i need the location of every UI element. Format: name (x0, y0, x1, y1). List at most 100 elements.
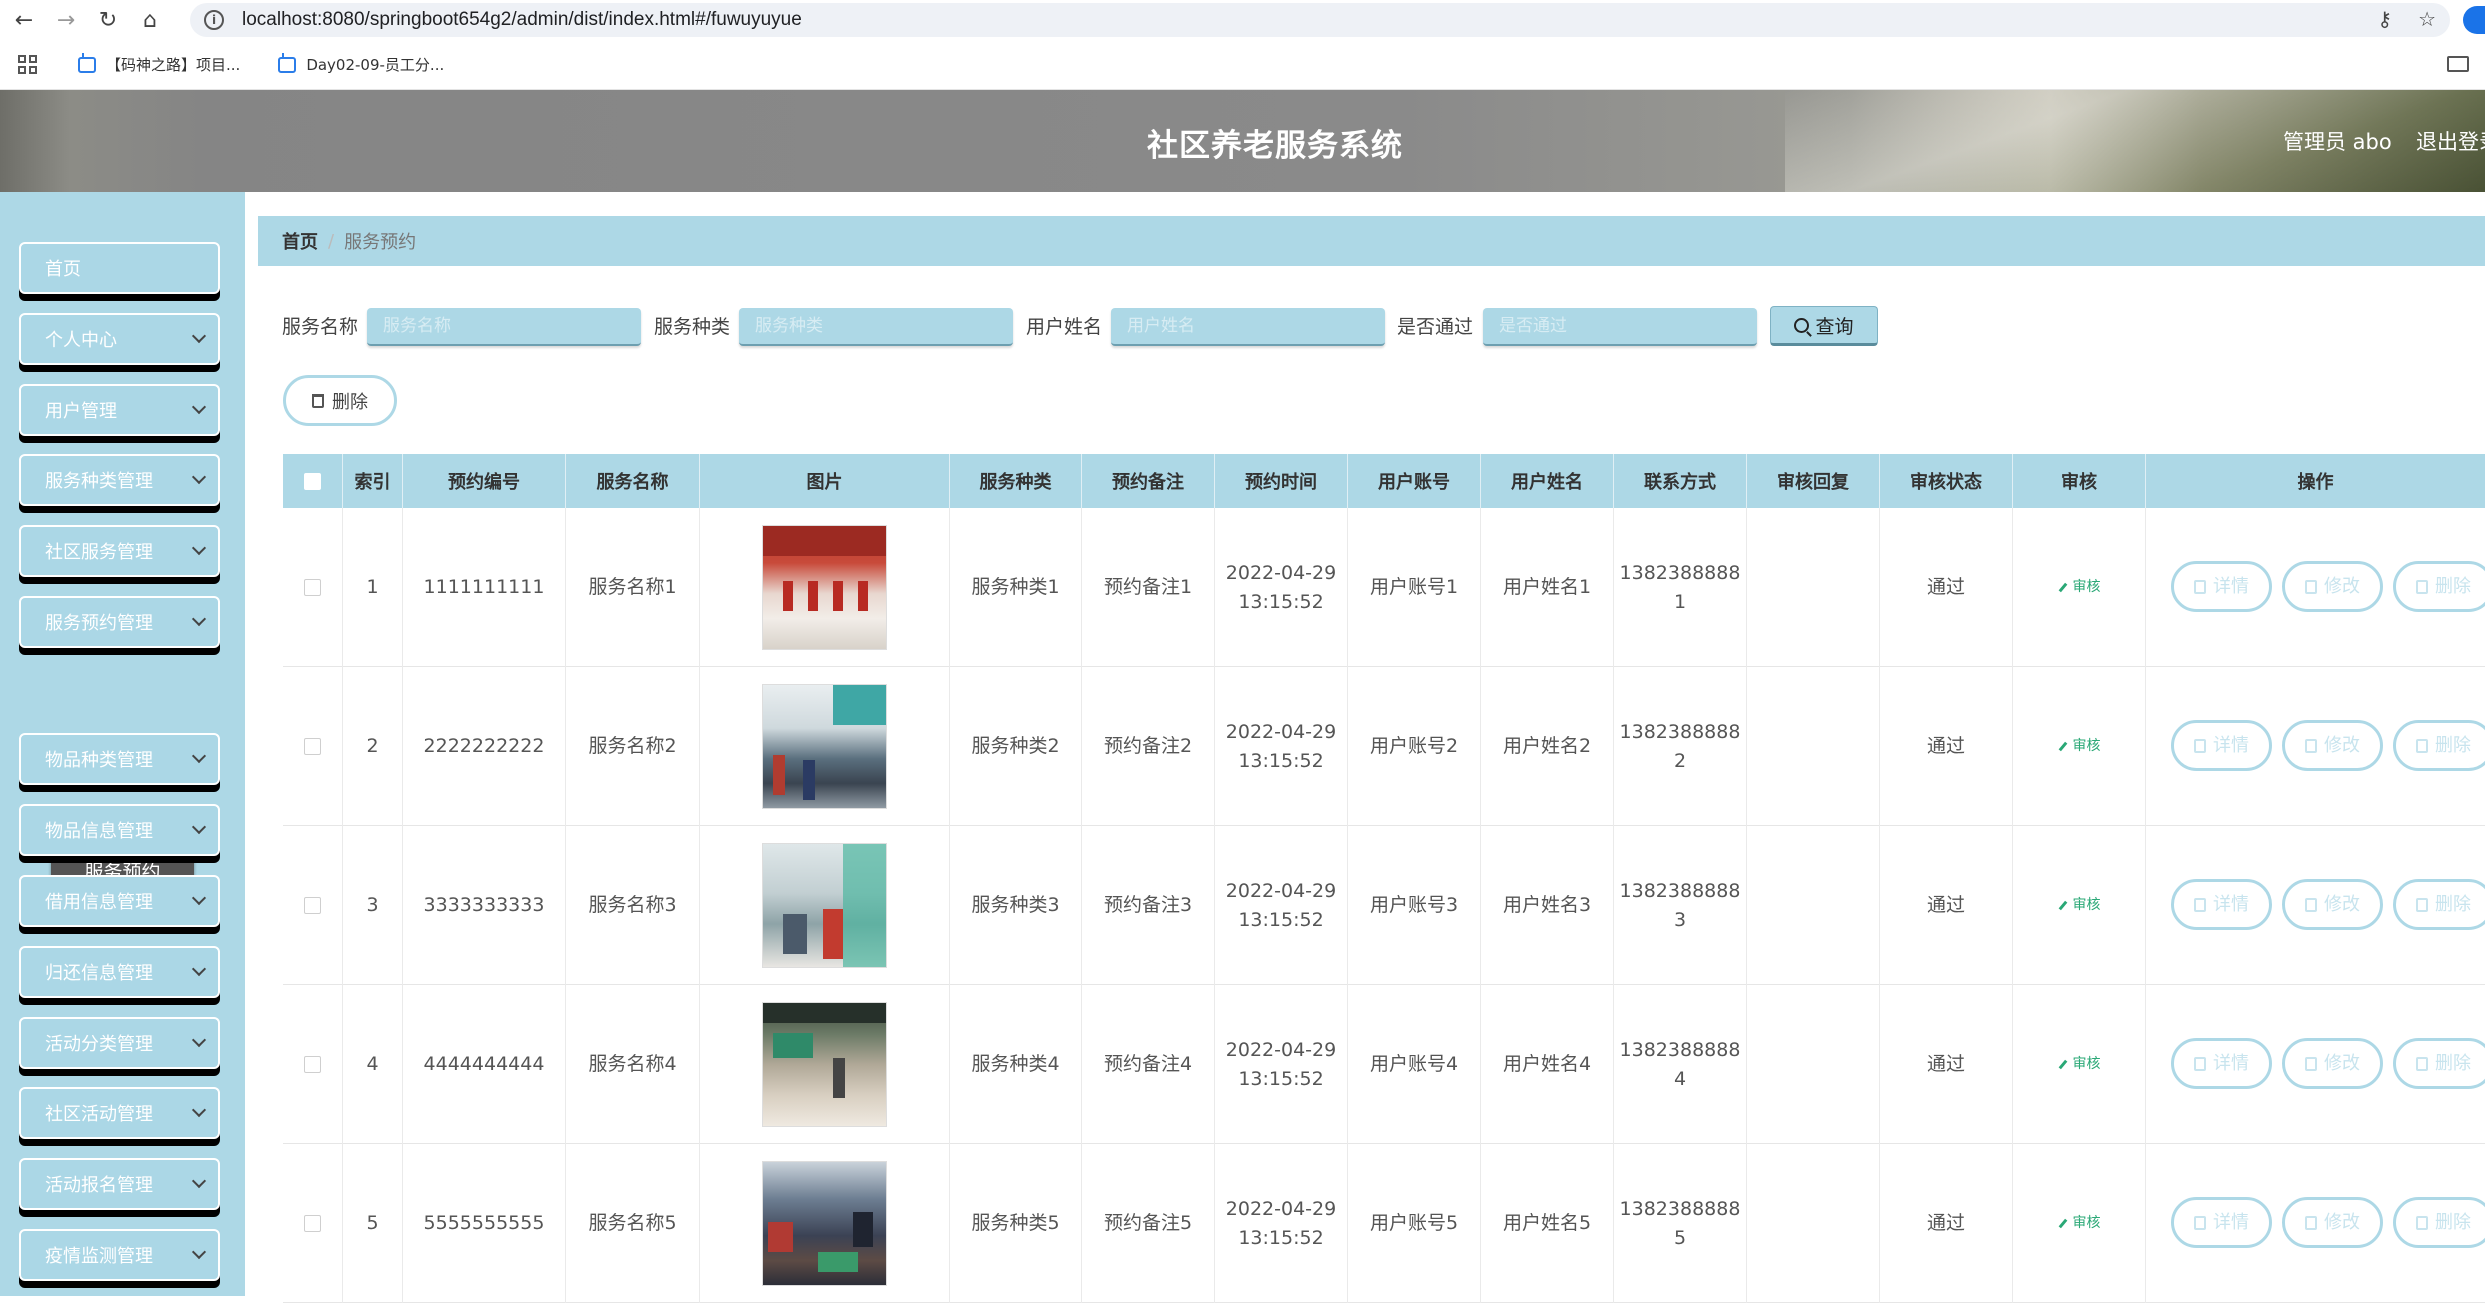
sidebar-item-community-activity[interactable]: 社区活动管理 (19, 1087, 220, 1139)
account-cell: 用户账号2 (1348, 667, 1481, 826)
row-checkbox[interactable] (304, 1056, 321, 1073)
profile-avatar[interactable] (2463, 6, 2485, 34)
edit-button[interactable]: 修改 (2282, 561, 2383, 612)
sidebar-item-epidemic-monitoring[interactable]: 疫情监测管理 (19, 1229, 220, 1281)
search-icon (1794, 317, 1810, 333)
sidebar-item-item-type[interactable]: 物品种类管理 (19, 733, 220, 785)
approved-input[interactable] (1483, 308, 1757, 346)
edit-button[interactable]: 修改 (2282, 720, 2383, 771)
detail-button[interactable]: 详情 (2171, 720, 2272, 771)
delete-button[interactable]: 删除 (2393, 561, 2485, 612)
bookmark-item[interactable]: 【码神之路】项目... (78, 52, 240, 75)
detail-button[interactable]: 详情 (2171, 561, 2272, 612)
sidebar-item-service-booking[interactable]: 服务预约管理 (19, 596, 220, 648)
folder-icon[interactable] (2447, 56, 2469, 72)
edit-button[interactable]: 修改 (2282, 1197, 2383, 1248)
date-text: 2022-04-29 (1225, 561, 1337, 584)
bookmarks-bar: 【码神之路】项目... Day02-09-员工分... (0, 40, 2485, 90)
batch-delete-button[interactable]: 删除 (283, 375, 397, 426)
query-button[interactable]: 查询 (1770, 306, 1878, 346)
service-type-input[interactable] (739, 308, 1013, 346)
row-checkbox[interactable] (304, 579, 321, 596)
service-photo[interactable] (762, 525, 887, 650)
forward-icon[interactable]: → (48, 2, 84, 38)
service-photo[interactable] (762, 1161, 887, 1286)
reload-icon[interactable]: ↻ (90, 2, 126, 38)
audit-link[interactable]: 审核 (2058, 573, 2101, 602)
logout-link[interactable]: 退出登录 (2416, 126, 2485, 156)
breadcrumb: 首页 / 服务预约 (258, 216, 2485, 266)
delete-button[interactable]: 删除 (2393, 1197, 2485, 1248)
apps-grid-icon[interactable] (18, 54, 38, 75)
sidebar-item-label: 活动报名管理 (45, 1175, 153, 1196)
audit-link[interactable]: 审核 (2058, 732, 2101, 761)
audit-cell: 审核 (2013, 985, 2146, 1144)
detail-label: 详情 (2213, 1212, 2249, 1233)
edit-button[interactable]: 修改 (2282, 1038, 2383, 1089)
home-icon[interactable]: ⌂ (132, 2, 168, 38)
sidebar-item-label: 物品种类管理 (45, 750, 153, 771)
index-cell: 1 (343, 508, 403, 667)
row-checkbox[interactable] (304, 897, 321, 914)
query-button-label: 查询 (1815, 315, 1854, 338)
note-cell: 预约备注3 (1082, 826, 1215, 985)
sidebar-item-activity-category[interactable]: 活动分类管理 (19, 1017, 220, 1069)
image-cell (700, 826, 950, 985)
operations-cell: 详情 修改 删除 (2146, 667, 2485, 826)
row-checkbox[interactable] (304, 1215, 321, 1232)
edit-button[interactable]: 修改 (2282, 879, 2383, 930)
time-cell: 2022-04-29 13:15:52 (1215, 508, 1348, 667)
sidebar-item-personal-center[interactable]: 个人中心 (19, 313, 220, 365)
detail-button[interactable]: 详情 (2171, 879, 2272, 930)
date-text: 2022-04-29 (1225, 879, 1337, 902)
chevron-down-icon (191, 819, 207, 835)
address-bar[interactable]: i localhost:8080/springboot654g2/admin/d… (190, 3, 2450, 37)
sidebar-item-return-info[interactable]: 归还信息管理 (19, 946, 220, 998)
audit-cell: 审核 (2013, 1144, 2146, 1303)
delete-label: 删除 (2435, 1212, 2471, 1233)
sidebar-item-label: 借用信息管理 (45, 892, 153, 913)
column-header: 服务名称 (566, 454, 700, 508)
bookmark-star-icon[interactable]: ☆ (2418, 7, 2436, 31)
sidebar-item-service-type[interactable]: 服务种类管理 (19, 454, 220, 506)
delete-button[interactable]: 删除 (2393, 879, 2485, 930)
sidebar-item-item-info[interactable]: 物品信息管理 (19, 804, 220, 856)
detail-button[interactable]: 详情 (2171, 1197, 2272, 1248)
column-header: 用户姓名 (1481, 454, 1614, 508)
audit-label: 审核 (2072, 579, 2101, 595)
audit-cell: 审核 (2013, 508, 2146, 667)
row-checkbox[interactable] (304, 738, 321, 755)
detail-button[interactable]: 详情 (2171, 1038, 2272, 1089)
date-text: 2022-04-29 (1225, 1038, 1337, 1061)
breadcrumb-home[interactable]: 首页 (282, 228, 318, 254)
service-photo[interactable] (762, 684, 887, 809)
bookmark-item[interactable]: Day02-09-员工分... (278, 52, 445, 75)
sidebar-item-community-service[interactable]: 社区服务管理 (19, 525, 220, 577)
phone-text: 4 (1673, 1067, 1687, 1090)
select-all-checkbox[interactable] (304, 472, 321, 490)
audit-link[interactable]: 审核 (2058, 1209, 2101, 1238)
delete-button[interactable]: 删除 (2393, 720, 2485, 771)
trash-icon (2416, 738, 2428, 753)
site-info-icon[interactable]: i (204, 10, 224, 30)
date-text: 2022-04-29 (1225, 1197, 1337, 1220)
status-cell: 通过 (1880, 826, 2013, 985)
user-name-input[interactable] (1111, 308, 1385, 346)
sidebar-item-user-management[interactable]: 用户管理 (19, 384, 220, 436)
delete-button[interactable]: 删除 (2393, 1038, 2485, 1089)
sidebar-item-home[interactable]: 首页 (19, 242, 220, 294)
audit-link[interactable]: 审核 (2058, 891, 2101, 920)
phone-cell: 1382388888 2 (1614, 667, 1747, 826)
back-icon[interactable]: ← (6, 2, 42, 38)
phone-text: 1 (1673, 590, 1687, 613)
breadcrumb-current: 服务预约 (344, 232, 417, 253)
service-photo[interactable] (762, 843, 887, 968)
sidebar-item-borrow-info[interactable]: 借用信息管理 (19, 875, 220, 927)
bookmark-label: Day02-09-员工分... (306, 56, 445, 74)
password-key-icon[interactable]: ⚷ (2377, 7, 2392, 31)
service-photo[interactable] (762, 1002, 887, 1127)
service-name-input[interactable] (367, 308, 641, 346)
audit-link[interactable]: 审核 (2058, 1050, 2101, 1079)
chevron-down-icon (191, 890, 207, 906)
sidebar-item-activity-signup[interactable]: 活动报名管理 (19, 1158, 220, 1210)
